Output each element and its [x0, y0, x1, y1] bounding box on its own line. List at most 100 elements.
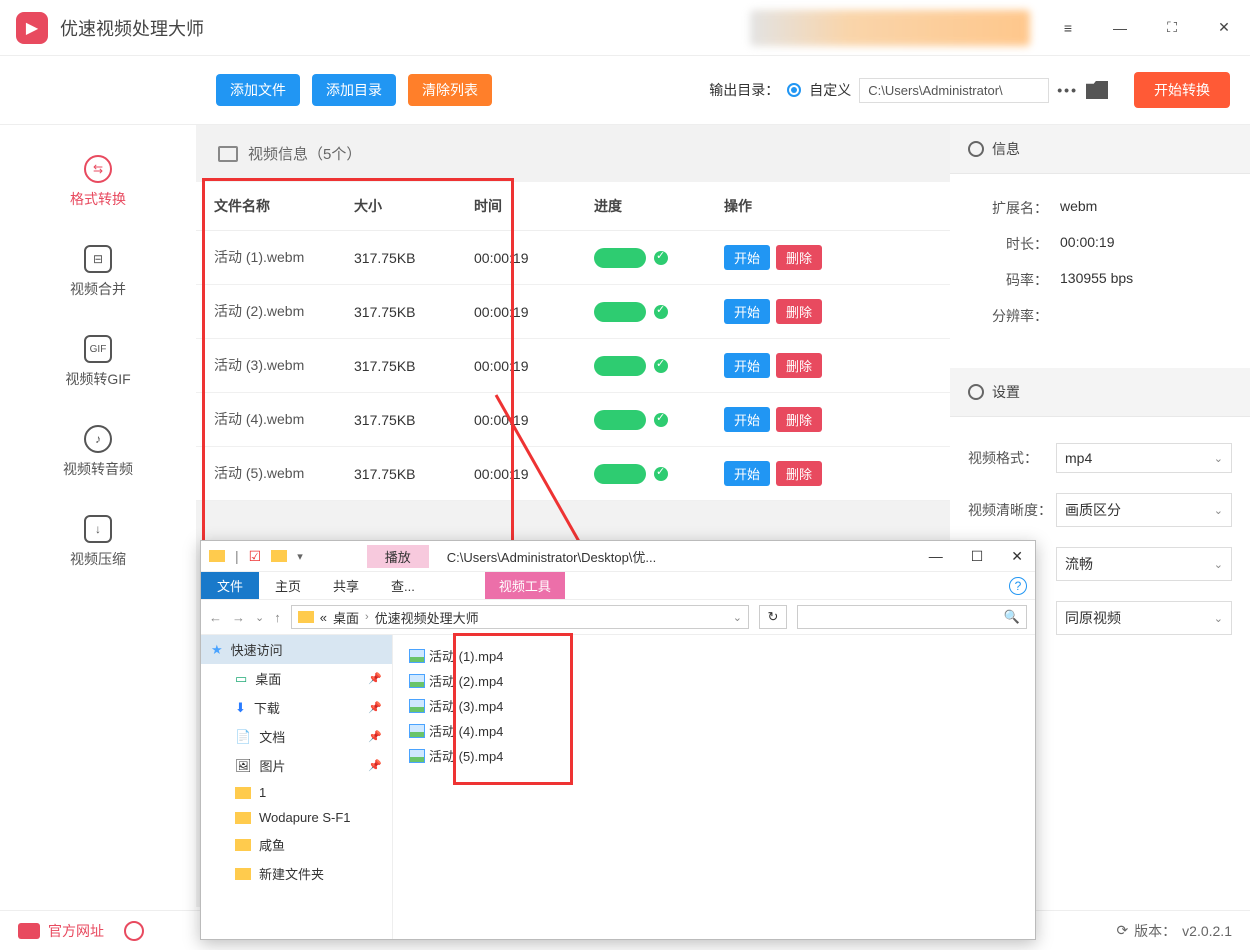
row-delete-button[interactable]: 删除 — [776, 299, 822, 324]
add-directory-button[interactable]: 添加目录 — [312, 74, 396, 106]
info-duration-label: 时长： — [968, 234, 1048, 254]
row-start-button[interactable]: 开始 — [724, 407, 770, 432]
crumb-folder[interactable]: 优速视频处理大师 — [375, 608, 479, 627]
nav-history-icon[interactable]: ⌄ — [255, 611, 264, 624]
progress-bar — [594, 410, 646, 430]
sidebar-folder-1[interactable]: 1 — [201, 780, 392, 805]
sidebar-documents[interactable]: 📄文档📌 — [201, 722, 392, 751]
row-delete-button[interactable]: 删除 — [776, 407, 822, 432]
maximize-button[interactable]: ⛶ — [1162, 18, 1182, 38]
merge-icon: ⊟ — [84, 245, 112, 273]
sidebar-item-video-to-audio[interactable]: ♪ 视频转音频 — [63, 425, 133, 479]
progress-bar — [594, 248, 646, 268]
output-path-input[interactable]: C:\Users\Administrator\ — [859, 78, 1049, 103]
official-site-link[interactable]: 官方网址 — [48, 921, 104, 941]
info-card: 信息 扩展名：webm 时长：00:00:19 码率：130955 bps 分辨… — [950, 125, 1250, 350]
panel-header-text: 视频信息（5个） — [248, 143, 361, 164]
chevron-down-icon: ⌄ — [1214, 452, 1223, 465]
chevron-down-icon: ⌄ — [1214, 504, 1223, 517]
chevron-down-icon[interactable]: ⌄ — [733, 611, 742, 624]
sidebar-folder-wodapure[interactable]: Wodapure S-F1 — [201, 805, 392, 830]
output-dir-label: 输出目录： — [709, 80, 779, 100]
folder-icon — [209, 550, 225, 562]
minimize-button[interactable]: — — [1110, 18, 1130, 38]
video-quality-select[interactable]: 画质区分⌄ — [1056, 493, 1232, 527]
image-file-icon — [409, 674, 425, 688]
image-file-icon — [409, 749, 425, 763]
folder-icon — [298, 611, 314, 623]
row-start-button[interactable]: 开始 — [724, 299, 770, 324]
start-convert-button[interactable]: 开始转换 — [1134, 72, 1230, 108]
gear-icon — [968, 384, 984, 400]
chat-icon[interactable] — [124, 921, 144, 941]
progress-bar — [594, 302, 646, 322]
ribbon-tab-share[interactable]: 共享 — [317, 572, 375, 599]
file-explorer-window: | ☑ ▾ 播放 C:\Users\Administrator\Desktop\… — [200, 540, 1036, 940]
app-title: 优速视频处理大师 — [60, 15, 204, 41]
explorer-window-title: C:\Users\Administrator\Desktop\优... — [447, 547, 657, 566]
sidebar-pictures[interactable]: 🖼图片📌 — [201, 751, 392, 780]
add-file-button[interactable]: 添加文件 — [216, 74, 300, 106]
close-button[interactable]: ✕ — [1214, 18, 1234, 38]
image-file-icon — [409, 699, 425, 713]
clear-list-button[interactable]: 清除列表 — [408, 74, 492, 106]
row-start-button[interactable]: 开始 — [724, 353, 770, 378]
sidebar-item-video-merge[interactable]: ⊟ 视频合并 — [70, 245, 126, 299]
nav-up-icon[interactable]: ↑ — [274, 610, 281, 625]
video-info-icon — [218, 146, 238, 162]
smooth-select[interactable]: 流畅⌄ — [1056, 547, 1232, 581]
pin-icon: 📌 — [368, 672, 382, 685]
same-as-source-select[interactable]: 同原视频⌄ — [1056, 601, 1232, 635]
crumb-desktop[interactable]: 桌面 — [333, 608, 359, 627]
done-check-icon — [654, 359, 668, 373]
chevron-down-icon: ⌄ — [1214, 612, 1223, 625]
gear-icon — [968, 141, 984, 157]
toolbar: 添加文件 添加目录 清除列表 输出目录： 自定义 C:\Users\Admini… — [0, 56, 1250, 125]
sidebar-folder-new[interactable]: 新建文件夹 — [201, 859, 392, 888]
sidebar-item-video-compress[interactable]: ↓ 视频压缩 — [70, 515, 126, 569]
sidebar-item-format-convert[interactable]: ⇆ 格式转换 — [70, 155, 126, 209]
annotation-box-output-files — [453, 633, 573, 785]
explorer-sidebar: ★快速访问 ▭桌面📌 ⬇下载📌 📄文档📌 🖼图片📌 1 Wodapure S-F… — [201, 635, 393, 939]
nav-back-icon[interactable]: ← — [209, 610, 222, 625]
progress-bar — [594, 464, 646, 484]
sidebar-desktop[interactable]: ▭桌面📌 — [201, 664, 392, 693]
info-ext-value: webm — [1060, 198, 1097, 218]
ribbon-tab-video-tools[interactable]: 视频工具 — [485, 572, 565, 599]
info-bitrate-label: 码率： — [968, 270, 1048, 290]
explorer-minimize-button[interactable]: — — [929, 548, 943, 565]
row-delete-button[interactable]: 删除 — [776, 245, 822, 270]
sidebar-downloads[interactable]: ⬇下载📌 — [201, 693, 392, 722]
sidebar-item-label: 视频压缩 — [70, 549, 126, 569]
row-start-button[interactable]: 开始 — [724, 461, 770, 486]
sidebar-quick-access[interactable]: ★快速访问 — [201, 635, 392, 664]
ribbon-tab-file[interactable]: 文件 — [201, 572, 259, 599]
explorer-file-list: 活动 (1).mp4活动 (2).mp4活动 (3).mp4活动 (4).mp4… — [393, 635, 1035, 939]
menu-icon[interactable]: ≡ — [1058, 18, 1078, 38]
refresh-button[interactable]: ↻ — [759, 605, 787, 629]
play-context-tab: 播放 — [367, 545, 429, 568]
open-folder-icon[interactable] — [1086, 81, 1108, 99]
address-bar[interactable]: « 桌面 › 优速视频处理大师 ⌄ — [291, 605, 749, 629]
row-delete-button[interactable]: 删除 — [776, 461, 822, 486]
browse-path-button[interactable]: ••• — [1057, 82, 1078, 98]
explorer-search-input[interactable]: 🔍 — [797, 605, 1027, 629]
output-mode-radio[interactable] — [787, 83, 801, 97]
video-format-select[interactable]: mp4⌄ — [1056, 443, 1232, 473]
swap-icon: ⇆ — [84, 155, 112, 183]
output-mode-label: 自定义 — [809, 80, 851, 100]
setting-format-label: 视频格式： — [968, 448, 1056, 468]
nav-forward-icon[interactable]: → — [232, 610, 245, 625]
explorer-maximize-button[interactable]: ☐ — [971, 548, 984, 565]
row-delete-button[interactable]: 删除 — [776, 353, 822, 378]
ribbon-tab-home[interactable]: 主页 — [259, 572, 317, 599]
ribbon-tab-view[interactable]: 查... — [375, 572, 431, 599]
sidebar-item-video-to-gif[interactable]: GIF 视频转GIF — [65, 335, 130, 389]
refresh-icon[interactable]: ⟳ — [1116, 922, 1128, 939]
pin-icon: 📌 — [368, 701, 382, 714]
row-start-button[interactable]: 开始 — [724, 245, 770, 270]
sidebar-folder-xianyu[interactable]: 咸鱼 — [201, 830, 392, 859]
help-icon[interactable]: ? — [1009, 577, 1027, 595]
explorer-close-button[interactable]: ✕ — [1011, 548, 1023, 565]
gif-icon: GIF — [84, 335, 112, 363]
